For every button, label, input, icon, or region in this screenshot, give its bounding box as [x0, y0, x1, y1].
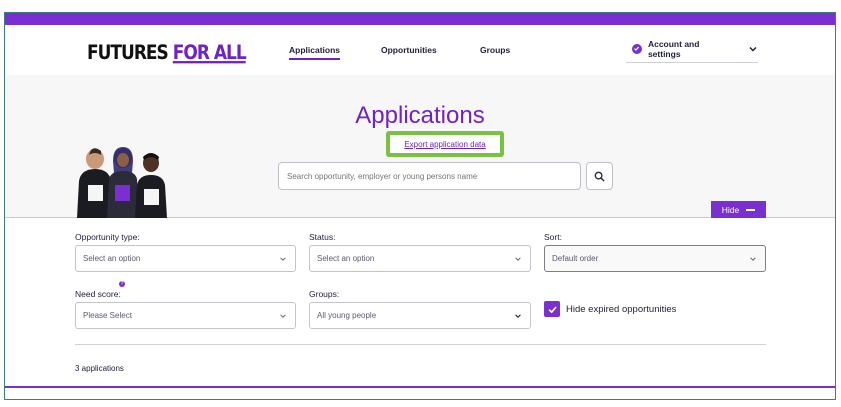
results-count: 3 applications — [75, 364, 124, 373]
sort-select[interactable]: Default order — [544, 245, 766, 272]
nav-applications[interactable]: Applications — [289, 45, 341, 60]
search-icon — [594, 171, 605, 182]
page-title: Applications — [355, 102, 485, 129]
export-application-data-link[interactable]: Export application data — [404, 140, 485, 149]
opportunity-type-label: Opportunity type: — [75, 232, 140, 242]
search-input[interactable] — [278, 162, 581, 190]
chevron-down-icon — [750, 257, 756, 261]
status-value: Select an option — [317, 254, 375, 263]
account-settings-label: Account and settings — [647, 38, 700, 59]
chevron-down-icon — [515, 314, 521, 318]
minus-icon — [746, 208, 756, 211]
bottom-accent-bar — [5, 386, 835, 388]
logo-text-futures: FUTURES — [87, 41, 169, 65]
export-highlight-box: Export application data — [386, 131, 504, 157]
chevron-down-icon — [515, 257, 521, 261]
nav-groups[interactable]: Groups — [480, 45, 510, 55]
opportunity-type-value: Select an option — [83, 254, 141, 263]
help-icon[interactable]: ? — [119, 281, 125, 287]
hero-section: Applications Export application data Hid… — [5, 75, 835, 218]
groups-value: All young people — [317, 311, 377, 320]
futures-for-all-logo[interactable]: FUTURES FOR ALL — [87, 41, 247, 65]
chevron-down-icon — [280, 257, 286, 261]
status-select[interactable]: Select an option — [309, 245, 531, 272]
check-circle-icon — [632, 43, 642, 54]
logo-text-for-all: FOR ALL — [172, 41, 247, 65]
checkmark-icon — [548, 306, 557, 313]
need-score-value: Please Select — [83, 311, 132, 320]
sort-value: Default order — [552, 254, 599, 263]
groups-label: Groups: — [309, 289, 340, 299]
chevron-down-icon — [749, 46, 757, 52]
nav-opportunities[interactable]: Opportunities — [381, 45, 437, 55]
search-button[interactable] — [586, 162, 613, 190]
hide-expired-label[interactable]: Hide expired opportunities — [566, 304, 676, 315]
top-accent-bar — [5, 13, 835, 25]
results-divider — [75, 344, 766, 345]
need-score-label: Need score: — [75, 289, 121, 299]
groups-select[interactable]: All young people — [309, 302, 531, 329]
account-settings-menu[interactable]: Account and settings — [626, 35, 758, 63]
opportunity-type-select[interactable]: Select an option — [75, 245, 296, 272]
app-frame: FUTURES FOR ALL Applications Opportuniti… — [4, 12, 836, 400]
hide-button-label: Hide — [721, 204, 740, 215]
chevron-down-icon — [280, 314, 286, 318]
need-score-select[interactable]: Please Select — [75, 302, 296, 329]
hide-expired-checkbox[interactable] — [544, 301, 560, 317]
sort-label: Sort: — [544, 232, 562, 242]
people-photo — [77, 147, 167, 218]
hide-filters-button[interactable]: Hide — [711, 201, 766, 218]
status-label: Status: — [309, 232, 336, 242]
